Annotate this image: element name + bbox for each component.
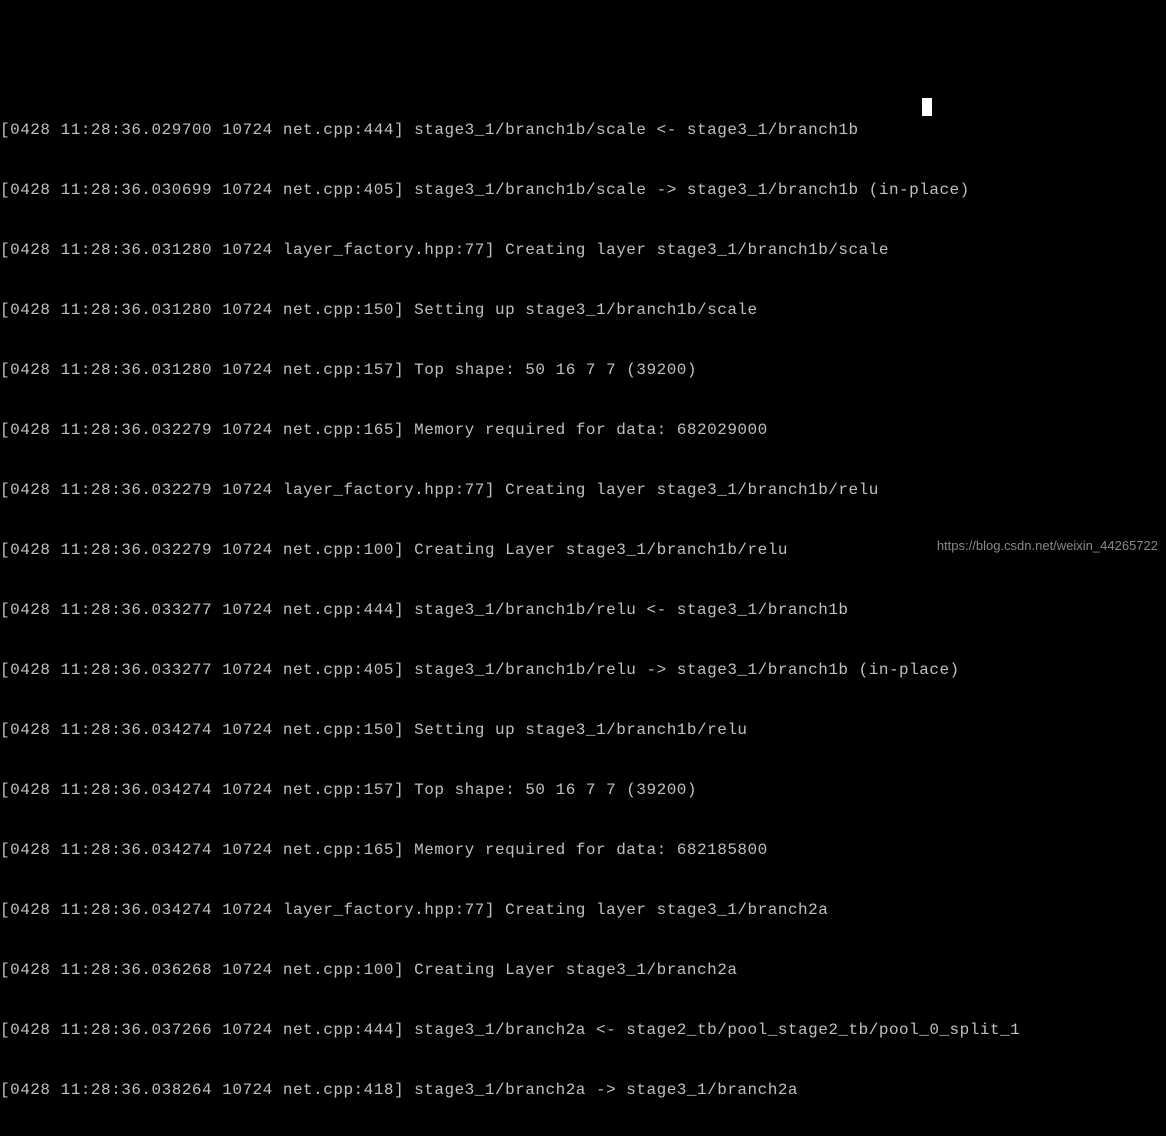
terminal-output[interactable]: [0428 11:28:36.029700 10724 net.cpp:444]… xyxy=(0,80,1166,1136)
log-line: [0428 11:28:36.036268 10724 net.cpp:100]… xyxy=(0,960,1166,980)
log-line: [0428 11:28:36.037266 10724 net.cpp:444]… xyxy=(0,1020,1166,1040)
log-line: [0428 11:28:36.038264 10724 net.cpp:418]… xyxy=(0,1080,1166,1100)
log-line: [0428 11:28:36.029700 10724 net.cpp:444]… xyxy=(0,120,1166,140)
log-line: [0428 11:28:36.034274 10724 net.cpp:150]… xyxy=(0,720,1166,740)
log-line: [0428 11:28:36.030699 10724 net.cpp:405]… xyxy=(0,180,1166,200)
log-line: [0428 11:28:36.034274 10724 net.cpp:157]… xyxy=(0,780,1166,800)
log-line: [0428 11:28:36.034274 10724 layer_factor… xyxy=(0,900,1166,920)
terminal-cursor xyxy=(922,98,932,116)
log-line: [0428 11:28:36.034274 10724 net.cpp:165]… xyxy=(0,840,1166,860)
log-line: [0428 11:28:36.031280 10724 net.cpp:157]… xyxy=(0,360,1166,380)
log-line: [0428 11:28:36.032279 10724 layer_factor… xyxy=(0,480,1166,500)
log-line: [0428 11:28:36.031280 10724 layer_factor… xyxy=(0,240,1166,260)
log-line: [0428 11:28:36.033277 10724 net.cpp:444]… xyxy=(0,600,1166,620)
log-line: [0428 11:28:36.031280 10724 net.cpp:150]… xyxy=(0,300,1166,320)
log-line: [0428 11:28:36.033277 10724 net.cpp:405]… xyxy=(0,660,1166,680)
watermark-text: https://blog.csdn.net/weixin_44265722 xyxy=(937,538,1158,554)
log-line: [0428 11:28:36.032279 10724 net.cpp:165]… xyxy=(0,420,1166,440)
